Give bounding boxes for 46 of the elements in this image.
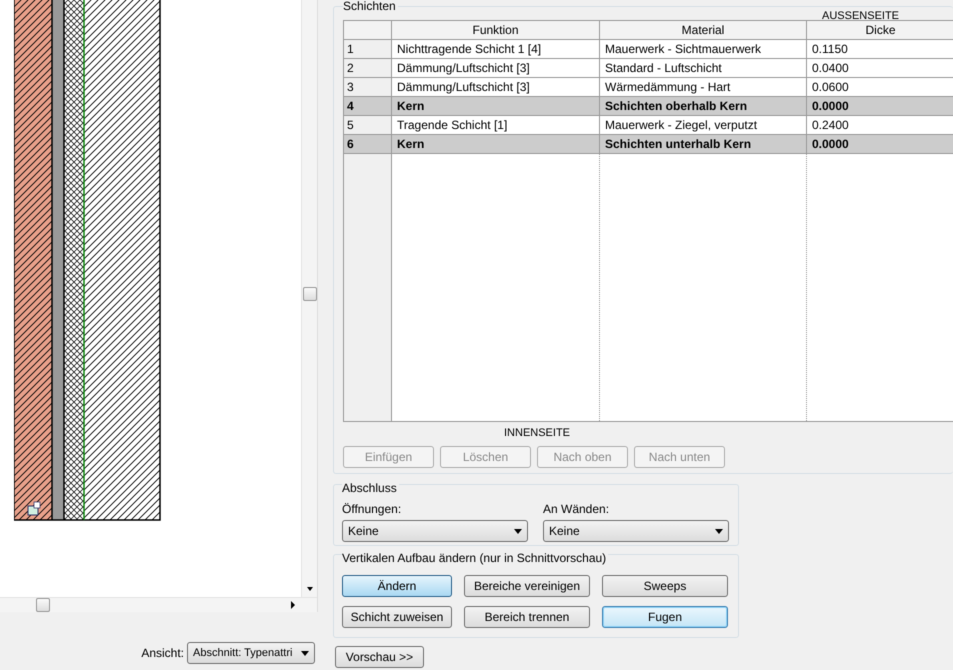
table-cell: Dämmung/Luftschicht [3] [392, 58, 600, 78]
table-cell: Standard - Luftschicht [600, 58, 806, 78]
edit-button[interactable]: Bereich trennen [464, 606, 590, 628]
row-number: 2 [344, 58, 392, 78]
outer-side-label: AUSSENSEITE [822, 10, 900, 22]
table-cell: Schichten oberhalb Kern [600, 96, 806, 116]
column-header[interactable]: Dicke [806, 20, 953, 40]
table-cell: Kern [392, 134, 600, 154]
dropdown-value: Abschnitt: Typenattri [193, 646, 292, 661]
inner-side-label: INNENSEITE [504, 427, 570, 439]
table-cell: Schichten unterhalb Kern [600, 134, 806, 154]
edit-button[interactable]: Bereiche vereinigen [464, 575, 590, 597]
edit-button[interactable]: Fugen [602, 606, 728, 628]
table-cell: 0.0000 [806, 134, 953, 154]
row-number: 1 [344, 40, 392, 58]
group-title: Schichten [343, 0, 398, 13]
edit-button[interactable]: Ändern [342, 575, 452, 597]
column-header[interactable]: Material [600, 20, 806, 40]
field-label: Öffnungen: [342, 501, 402, 518]
table-cell: Nichttragende Schicht 1 [4] [392, 40, 600, 58]
field-label: An Wänden: [543, 501, 610, 518]
edit-button[interactable]: Schicht zuweisen [342, 606, 452, 628]
view-dropdown[interactable]: Abschnitt: Typenattri [187, 642, 315, 664]
table-cell: Mauerwerk - Sichtmauerwerk [600, 40, 806, 58]
view-label: Ansicht: [141, 645, 184, 662]
preview-button[interactable]: Vorschau >> [335, 646, 424, 668]
column-header [344, 20, 392, 40]
table-cell: Kern [392, 96, 600, 116]
edit-button[interactable]: Sweeps [602, 575, 728, 597]
row-number: 4 [344, 96, 392, 116]
row-number: 6 [344, 134, 392, 154]
scroll-thumb[interactable] [36, 598, 50, 612]
group-title: Abschluss [342, 481, 399, 495]
scroll-down-icon[interactable] [306, 587, 312, 591]
dropdown-caret-icon [514, 528, 522, 534]
wrap-dropdown[interactable]: Keine [543, 520, 729, 542]
column-header[interactable]: Funktion [392, 20, 600, 40]
scroll-right-icon[interactable] [291, 601, 295, 609]
group-title: Vertikalen Aufbau ändern (nur in Schnittvorschau) [342, 551, 608, 565]
dropdown-caret-icon [715, 528, 723, 534]
dropdown-caret-icon [301, 650, 309, 656]
scroll-thumb[interactable] [302, 286, 316, 300]
table-cell: 0.0000 [806, 96, 953, 116]
row-number: 5 [344, 116, 392, 134]
wrap-dropdown[interactable]: Keine [342, 520, 528, 542]
row-number: 3 [344, 78, 392, 96]
